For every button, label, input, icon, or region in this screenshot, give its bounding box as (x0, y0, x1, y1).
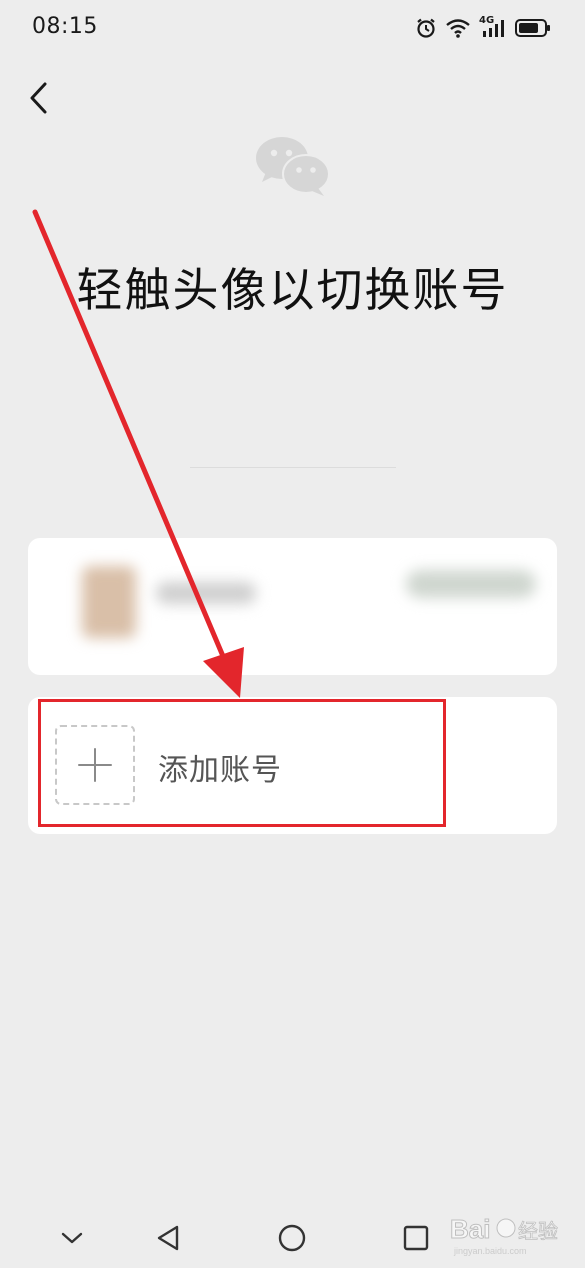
add-account-box (55, 725, 135, 805)
divider (190, 467, 396, 468)
account-blurred-content (56, 540, 536, 658)
plus-icon (78, 748, 112, 782)
home-circle-icon (278, 1224, 306, 1252)
account-name-blurred (156, 582, 256, 604)
add-account-button[interactable]: 添加账号 (28, 697, 557, 834)
nav-back-button[interactable] (148, 1218, 188, 1258)
back-triangle-icon (157, 1225, 179, 1251)
alarm-icon (417, 18, 435, 38)
status-time: 08:15 (32, 14, 98, 39)
add-account-label: 添加账号 (158, 753, 282, 788)
nav-recents-button[interactable] (396, 1218, 436, 1258)
chevron-left-icon (30, 82, 47, 114)
wifi-icon (446, 19, 470, 38)
recents-square-icon (403, 1225, 429, 1251)
chevron-down-icon (61, 1232, 83, 1244)
avatar (82, 566, 136, 638)
battery-icon (515, 19, 550, 37)
wechat-logo (256, 137, 330, 196)
status-bar: 08:15 4G (0, 0, 585, 56)
status-icons: 4G (415, 15, 551, 40)
back-button[interactable] (18, 76, 58, 120)
signal-4g-icon: 4G (479, 15, 507, 39)
nav-hide-button[interactable] (52, 1218, 92, 1258)
page-title: 轻触头像以切换账号 (76, 263, 509, 317)
account-status-blurred (406, 570, 536, 598)
system-nav-bar (0, 1200, 585, 1268)
account-card[interactable] (28, 538, 557, 675)
nav-home-button[interactable] (272, 1218, 312, 1258)
